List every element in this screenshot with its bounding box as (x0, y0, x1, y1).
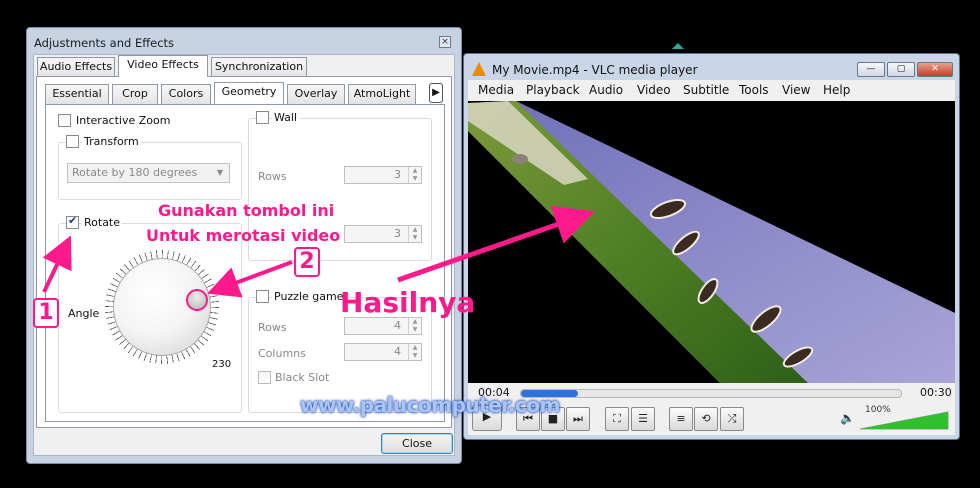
vlc-cone-icon (472, 62, 486, 76)
close-icon[interactable]: ✕ (917, 62, 953, 77)
extended-settings-icon[interactable]: ☰ (631, 407, 655, 431)
vlc-title: My Movie.mp4 - VLC media player (492, 63, 698, 77)
video-effects-panel: Essential Crop Colors Geometry Overlay A… (36, 76, 452, 428)
wall-rows-value: 3 (394, 168, 401, 181)
time-total: 00:30 (920, 386, 952, 399)
tab-video-effects[interactable]: Video Effects (118, 55, 208, 77)
wall-rows-label: Rows (258, 170, 287, 183)
menu-view[interactable]: View (782, 83, 810, 97)
tab-audio-effects[interactable]: Audio Effects (37, 57, 115, 77)
angle-dial-knob[interactable] (186, 289, 208, 311)
wall-columns-value: 3 (394, 227, 401, 240)
menu-help[interactable]: Help (823, 83, 850, 97)
speaker-icon[interactable]: 🔈 (840, 411, 855, 425)
subtab-geometry[interactable]: Geometry (214, 82, 284, 104)
random-icon[interactable]: ⤮ (720, 407, 744, 431)
interactive-zoom-label: Interactive Zoom (76, 114, 171, 127)
background-decoration (672, 43, 684, 49)
minimize-icon[interactable]: — (857, 62, 885, 77)
angle-label: Angle (68, 307, 100, 320)
result-label: Hasilnya (340, 286, 476, 319)
dialog-close-icon[interactable]: × (439, 36, 451, 48)
angle-value: 230 (212, 359, 232, 370)
subtab-crop[interactable]: Crop (112, 84, 158, 104)
spinner-arrows-icon: ▲ ▼ (408, 226, 421, 242)
angle-dial-face (113, 258, 211, 356)
watermark-text: www.palucomputer.com (300, 393, 560, 417)
menu-audio[interactable]: Audio (589, 83, 623, 97)
next-icon[interactable]: ⏭ (566, 407, 590, 431)
transform-checkbox[interactable] (66, 135, 79, 148)
fullscreen-icon[interactable]: ⛶ (605, 407, 629, 431)
step-1-badge: 1 (33, 298, 59, 328)
menu-subtitle[interactable]: Subtitle (683, 83, 729, 97)
vlc-menubar: Media Playback Audio Video Subtitle Tool… (468, 80, 955, 101)
black-slot-checkbox[interactable] (258, 371, 271, 384)
rotate-checkbox[interactable] (66, 214, 79, 229)
close-button[interactable]: Close (381, 433, 453, 454)
transform-select-value: Rotate by 180 degrees (72, 166, 198, 179)
transform-label: Transform (82, 135, 141, 148)
wall-rows-spinner[interactable]: 3 ▲ ▼ (344, 166, 422, 184)
tab-scroll-right-icon[interactable]: ▶ (429, 83, 443, 103)
wall-label: Wall (272, 111, 300, 124)
step-2-badge: 2 (294, 247, 320, 277)
vlc-window: My Movie.mp4 - VLC media player — ▢ ✕ Me… (463, 53, 960, 440)
subtab-atmolight[interactable]: AtmoLight (348, 84, 416, 104)
subtab-colors[interactable]: Colors (161, 84, 211, 104)
menu-media[interactable]: Media (478, 83, 514, 97)
spinner-arrows-icon: ▲ ▼ (408, 344, 421, 360)
dialog-title: Adjustments and Effects (34, 36, 175, 50)
maximize-icon[interactable]: ▢ (887, 62, 915, 77)
spinner-arrows-icon: ▲ ▼ (408, 318, 421, 334)
video-area[interactable] (468, 101, 955, 383)
interactive-zoom-checkbox[interactable] (58, 114, 71, 127)
puzzle-columns-spinner[interactable]: 4 ▲ ▼ (344, 343, 422, 361)
menu-video[interactable]: Video (637, 83, 671, 97)
rotate-label: Rotate (82, 216, 123, 229)
subtab-overlay[interactable]: Overlay (287, 84, 345, 104)
angle-dial[interactable] (105, 250, 219, 364)
black-slot-label: Black Slot (275, 371, 330, 384)
puzzle-rows-label: Rows (258, 321, 287, 334)
dialog-titlebar[interactable]: Adjustments and Effects × (27, 28, 461, 54)
puzzle-columns-value: 4 (394, 345, 401, 358)
menu-playback[interactable]: Playback (526, 83, 580, 97)
spinner-arrows-icon: ▲ ▼ (408, 167, 421, 183)
tab-synchronization[interactable]: Synchronization (211, 57, 307, 77)
puzzle-checkbox[interactable] (256, 290, 269, 303)
puzzle-columns-label: Columns (258, 347, 306, 360)
wall-checkbox[interactable] (256, 111, 269, 124)
loop-icon[interactable]: ⟲ (694, 407, 718, 431)
wall-columns-spinner[interactable]: 3 ▲ ▼ (344, 225, 422, 243)
puzzle-rows-spinner[interactable]: 4 ▲ ▼ (344, 317, 422, 335)
puzzle-label: Puzzle game (272, 290, 346, 303)
seek-bar[interactable] (520, 389, 902, 398)
subtab-essential[interactable]: Essential (45, 84, 109, 104)
chevron-down-icon: ▼ (216, 168, 223, 177)
transform-select[interactable]: Rotate by 180 degrees ▼ (67, 163, 230, 183)
geometry-panel: Interactive Zoom Transform Rotate by 180… (45, 104, 445, 422)
instruction-line-1: Gunakan tombol ini (158, 201, 335, 220)
instruction-line-2: Untuk merotasi video (146, 226, 341, 245)
rotated-video-frame (468, 101, 955, 383)
puzzle-rows-value: 4 (394, 319, 401, 332)
menu-tools[interactable]: Tools (739, 83, 769, 97)
playlist-icon[interactable]: ≡ (669, 407, 693, 431)
volume-slider[interactable] (858, 410, 950, 430)
